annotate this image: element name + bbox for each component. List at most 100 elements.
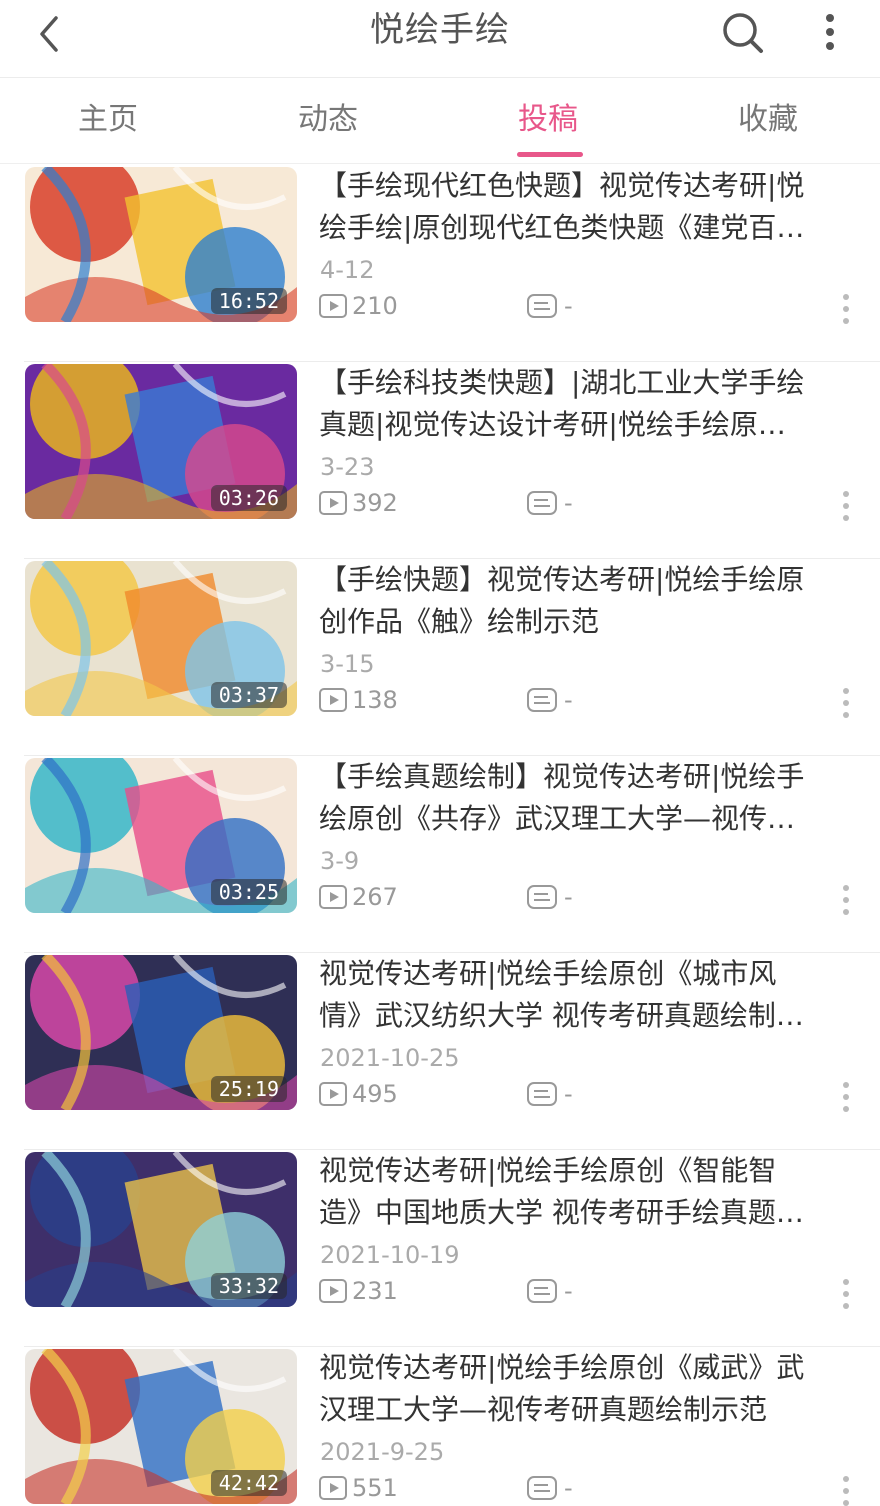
play-count-icon <box>319 688 347 712</box>
video-title-line1: 【手绘真题绘制】视觉传达考研|悦绘手 <box>319 760 805 793</box>
item-more-icon[interactable] <box>836 880 856 920</box>
play-count-icon <box>319 294 347 318</box>
view-count-value: 231 <box>352 1277 398 1305</box>
active-tab-indicator <box>517 152 583 157</box>
more-options-icon[interactable] <box>810 8 850 58</box>
view-count: 231 <box>318 1277 398 1305</box>
video-title-line1: 【手绘现代红色快题】视觉传达考研|悦 <box>319 169 805 202</box>
video-thumbnail[interactable]: 03:37 <box>25 561 297 716</box>
video-date: 3-9 <box>320 847 360 875</box>
video-title-line1: 视觉传达考研|悦绘手绘原创《威武》武 <box>319 1351 805 1384</box>
item-more-icon[interactable] <box>836 289 856 329</box>
danmaku-icon <box>527 1476 557 1500</box>
tab-home[interactable]: 主页 <box>28 98 188 142</box>
video-title-line2: 汉理工大学—视传考研真题绘制示范 <box>319 1393 768 1426</box>
play-count-icon <box>319 1082 347 1106</box>
video-title[interactable]: 视觉传达考研|悦绘手绘原创《智能智 造》中国地质大学 视传考研手绘真题… <box>319 1150 854 1234</box>
danmaku-icon <box>527 688 557 712</box>
video-title[interactable]: 视觉传达考研|悦绘手绘原创《威武》武 汉理工大学—视传考研真题绘制示范 <box>319 1347 854 1431</box>
danmaku-icon <box>527 294 557 318</box>
video-duration: 03:25 <box>210 879 287 905</box>
danmaku-count: - <box>526 292 573 320</box>
video-title-line2: 绘手绘|原创现代红色类快题《建党百… <box>319 211 805 244</box>
video-thumbnail[interactable]: 42:42 <box>25 1349 297 1504</box>
video-item[interactable]: 03:25 【手绘真题绘制】视觉传达考研|悦绘手 绘原创《共存》武汉理工大学—视… <box>0 756 880 953</box>
video-duration: 03:26 <box>210 485 287 511</box>
video-title-line1: 视觉传达考研|悦绘手绘原创《城市风 <box>319 957 777 990</box>
danmaku-icon <box>527 1082 557 1106</box>
view-count-value: 210 <box>352 292 398 320</box>
video-title-line1: 视觉传达考研|悦绘手绘原创《智能智 <box>319 1154 777 1187</box>
video-thumbnail[interactable]: 25:19 <box>25 955 297 1110</box>
video-date: 2021-10-19 <box>320 1241 460 1269</box>
video-thumbnail[interactable]: 03:26 <box>25 364 297 519</box>
item-more-icon[interactable] <box>836 1274 856 1314</box>
item-more-icon[interactable] <box>836 1077 856 1117</box>
video-title-line1: 【手绘快题】视觉传达考研|悦绘手绘原 <box>319 563 805 596</box>
video-item[interactable]: 42:42 视觉传达考研|悦绘手绘原创《威武》武 汉理工大学—视传考研真题绘制示… <box>0 1347 880 1506</box>
video-duration: 25:19 <box>210 1076 287 1102</box>
video-title-line1: 【手绘科技类快题】|湖北工业大学手绘 <box>319 366 805 399</box>
video-duration: 16:52 <box>210 288 287 314</box>
video-item[interactable]: 16:52 【手绘现代红色快题】视觉传达考研|悦 绘手绘|原创现代红色类快题《建… <box>0 165 880 362</box>
video-title-line2: 造》中国地质大学 视传考研手绘真题… <box>319 1196 804 1229</box>
tab-uploads[interactable]: 投稿 <box>468 98 628 142</box>
play-count-icon <box>319 1279 347 1303</box>
item-more-icon[interactable] <box>836 486 856 526</box>
video-item[interactable]: 33:32 视觉传达考研|悦绘手绘原创《智能智 造》中国地质大学 视传考研手绘真… <box>0 1150 880 1347</box>
search-icon[interactable] <box>716 6 770 60</box>
video-title-line2: 真题|视觉传达设计考研|悦绘手绘原… <box>319 408 786 441</box>
view-count-value: 551 <box>352 1474 398 1502</box>
danmaku-count: - <box>526 1277 573 1305</box>
video-title-line2: 创作品《触》绘制示范 <box>319 605 600 638</box>
video-thumbnail[interactable]: 33:32 <box>25 1152 297 1307</box>
danmaku-count-value: - <box>564 1277 573 1305</box>
danmaku-count-value: - <box>564 292 573 320</box>
danmaku-count-value: - <box>564 1080 573 1108</box>
item-more-icon[interactable] <box>836 1471 856 1506</box>
play-count-icon <box>319 1476 347 1500</box>
view-count: 551 <box>318 1474 398 1502</box>
danmaku-count: - <box>526 1474 573 1502</box>
video-item[interactable]: 25:19 视觉传达考研|悦绘手绘原创《城市风 情》武汉纺织大学 视传考研真题绘… <box>0 953 880 1150</box>
danmaku-count: - <box>526 686 573 714</box>
video-title-line2: 绘原创《共存》武汉理工大学—视传… <box>319 802 796 835</box>
danmaku-count: - <box>526 1080 573 1108</box>
tab-bar: 主页 动态 投稿 收藏 <box>0 78 880 164</box>
view-count-value: 267 <box>352 883 398 911</box>
danmaku-count: - <box>526 489 573 517</box>
video-duration: 03:37 <box>210 682 287 708</box>
video-date: 3-15 <box>320 650 375 678</box>
video-title[interactable]: 【手绘科技类快题】|湖北工业大学手绘 真题|视觉传达设计考研|悦绘手绘原… <box>319 362 854 446</box>
video-date: 3-23 <box>320 453 375 481</box>
view-count-value: 495 <box>352 1080 398 1108</box>
view-count-value: 392 <box>352 489 398 517</box>
video-duration: 42:42 <box>210 1470 287 1496</box>
video-duration: 33:32 <box>210 1273 287 1299</box>
video-item[interactable]: 03:37 【手绘快题】视觉传达考研|悦绘手绘原 创作品《触》绘制示范 3-15… <box>0 559 880 756</box>
video-title[interactable]: 【手绘快题】视觉传达考研|悦绘手绘原 创作品《触》绘制示范 <box>319 559 854 643</box>
video-thumbnail[interactable]: 16:52 <box>25 167 297 322</box>
tab-favorites[interactable]: 收藏 <box>688 98 848 142</box>
video-date: 2021-9-25 <box>320 1438 445 1466</box>
danmaku-count-value: - <box>564 883 573 911</box>
video-title[interactable]: 【手绘现代红色快题】视觉传达考研|悦 绘手绘|原创现代红色类快题《建党百… <box>319 165 854 249</box>
danmaku-count-value: - <box>564 1474 573 1502</box>
danmaku-count-value: - <box>564 489 573 517</box>
video-item[interactable]: 03:26 【手绘科技类快题】|湖北工业大学手绘 真题|视觉传达设计考研|悦绘手… <box>0 362 880 559</box>
video-date: 2021-10-25 <box>320 1044 460 1072</box>
tab-dynamics[interactable]: 动态 <box>248 98 408 142</box>
view-count-value: 138 <box>352 686 398 714</box>
view-count: 267 <box>318 883 398 911</box>
play-count-icon <box>319 491 347 515</box>
view-count: 210 <box>318 292 398 320</box>
view-count: 495 <box>318 1080 398 1108</box>
danmaku-icon <box>527 491 557 515</box>
view-count: 392 <box>318 489 398 517</box>
video-thumbnail[interactable]: 03:25 <box>25 758 297 913</box>
video-title[interactable]: 【手绘真题绘制】视觉传达考研|悦绘手 绘原创《共存》武汉理工大学—视传… <box>319 756 854 840</box>
item-more-icon[interactable] <box>836 683 856 723</box>
play-count-icon <box>319 885 347 909</box>
video-title[interactable]: 视觉传达考研|悦绘手绘原创《城市风 情》武汉纺织大学 视传考研真题绘制… <box>319 953 854 1037</box>
danmaku-icon <box>527 1279 557 1303</box>
